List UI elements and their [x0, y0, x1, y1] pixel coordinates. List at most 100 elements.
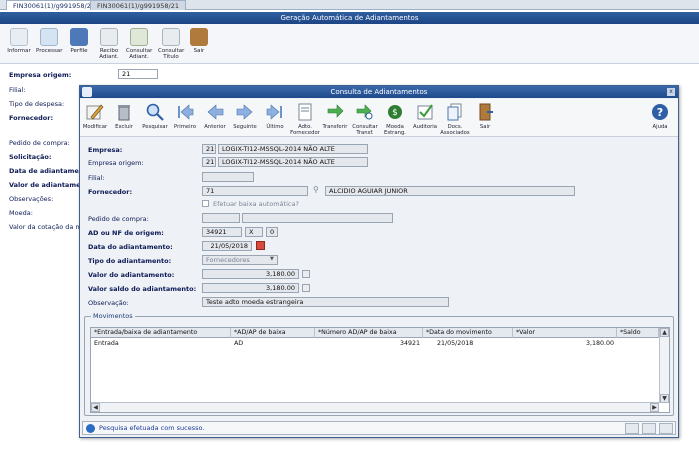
- processar-button[interactable]: Processar: [36, 28, 63, 54]
- pedido-compra-label: Pedido de compra:: [9, 139, 70, 147]
- search-icon[interactable]: ⚲: [313, 185, 319, 194]
- observacao-label: Observação:: [88, 299, 129, 307]
- forward-arrow-icon: [236, 104, 253, 120]
- ad-nf-number-field[interactable]: 34921: [202, 227, 242, 237]
- svg-text:?: ?: [657, 106, 663, 119]
- pesquisar-button[interactable]: Pesquisar: [140, 102, 170, 130]
- exit-door-icon: [190, 28, 208, 46]
- column-header-saldo[interactable]: *Saldo: [617, 328, 659, 338]
- sair-button[interactable]: Sair: [186, 28, 212, 54]
- valor-adiantamento-field[interactable]: 3,180.00: [202, 269, 299, 279]
- consultar-titulo-button[interactable]: Consultar Título: [158, 28, 184, 60]
- ajuda-button[interactable]: ? Ajuda: [645, 102, 675, 130]
- calendar-icon[interactable]: [256, 241, 265, 250]
- pedido-compra-label: Pedido de compra:: [88, 215, 149, 223]
- window-icon[interactable]: [659, 423, 673, 434]
- observacao-field[interactable]: Teste adto moeda estrangeira: [202, 297, 449, 307]
- cell-entrada: Entrada: [94, 340, 119, 347]
- fornecedor-code-field[interactable]: 71: [202, 186, 308, 196]
- pedido-compra-field[interactable]: [202, 213, 240, 223]
- column-header-ad-ap[interactable]: *AD/AP de baixa: [231, 328, 315, 338]
- close-icon[interactable]: x: [667, 88, 675, 96]
- movimentos-grid: *Entrada/baixa de adiantamento *AD/AP de…: [90, 327, 670, 413]
- ultimo-button[interactable]: Último: [260, 102, 290, 130]
- sair-dialog-button[interactable]: Sair: [470, 102, 500, 130]
- pedido-compra-desc-field[interactable]: [242, 213, 393, 223]
- cell-ad-ap: AD: [234, 340, 244, 347]
- transferir-button[interactable]: Transferir: [320, 102, 350, 130]
- data-adiantamento-field[interactable]: 21/05/2018: [202, 241, 252, 251]
- back-arrow-icon: [207, 104, 224, 120]
- zoom-icon[interactable]: [625, 423, 639, 434]
- cell-valor: 3,180.00: [585, 340, 614, 347]
- tab-bar: FIN30061(1)/g991958/21 FIN30061(1)/g9919…: [0, 0, 699, 10]
- excluir-button[interactable]: Excluir: [109, 102, 139, 130]
- valor-saldo-field[interactable]: 3,180.00: [202, 283, 299, 293]
- gear-icon: [40, 28, 58, 46]
- first-arrow-icon: [178, 104, 194, 120]
- valor-saldo-label: Valor saldo do adiantamento:: [88, 285, 197, 293]
- recibo-adiant-button[interactable]: Recibo Adiant.: [96, 28, 122, 60]
- docs-associados-button[interactable]: Docs. Associados: [440, 102, 470, 136]
- fornecedor-name-field[interactable]: ALCIDIO AGUIAR JUNIOR: [325, 186, 575, 196]
- primeiro-button[interactable]: Primeiro: [170, 102, 200, 130]
- scroll-up-icon[interactable]: ▲: [660, 328, 669, 337]
- modificar-button[interactable]: Modificar: [80, 102, 110, 130]
- perfile-button[interactable]: Perfile: [66, 28, 92, 54]
- anterior-button[interactable]: Anterior: [200, 102, 230, 130]
- column-header-numero[interactable]: *Número AD/AP de baixa: [315, 328, 423, 338]
- last-arrow-icon: [266, 104, 282, 120]
- exit-door-icon: [479, 103, 493, 121]
- auditoria-button[interactable]: Auditoria: [410, 102, 440, 130]
- fornecedor-label: Fornecedor:: [88, 188, 133, 196]
- document-icon: [298, 103, 312, 121]
- svg-text:$: $: [392, 108, 398, 118]
- moeda-estrang-button[interactable]: $ Moeda Estrang.: [380, 102, 410, 136]
- column-header-data[interactable]: *Data do movimento: [423, 328, 513, 338]
- tab-fin30061-active[interactable]: FIN30061(1)/g991958/21: [6, 0, 102, 10]
- background-window-title: Geração Automática de Adiantamentos: [0, 12, 699, 24]
- pencil-icon: [86, 104, 104, 120]
- ad-nf-type-field[interactable]: X: [245, 227, 263, 237]
- user-icon: [70, 28, 88, 46]
- tab-fin30061-second[interactable]: FIN30061(1)/g991958/21: [90, 0, 186, 10]
- chevron-down-icon[interactable]: ▼: [270, 256, 274, 262]
- ad-nf-seq-field[interactable]: 0: [266, 227, 278, 237]
- trash-icon: [118, 105, 130, 121]
- table-row[interactable]: Entrada AD 34921 21/05/2018 3,180.00: [91, 339, 659, 348]
- empresa-origem-field[interactable]: 21: [118, 69, 158, 79]
- empresa-origem-code-field[interactable]: 21: [202, 157, 216, 167]
- informar-button[interactable]: Informar: [6, 28, 32, 54]
- filial-field[interactable]: [202, 172, 254, 182]
- cell-data: 21/05/2018: [437, 340, 474, 347]
- seguinte-button[interactable]: Seguinte: [230, 102, 260, 130]
- grid-header: *Entrada/baixa de adiantamento *AD/AP de…: [91, 328, 659, 338]
- empresa-name-field[interactable]: LOGIX-TI12-MSSQL-2014 NÃO ALTE: [218, 144, 368, 154]
- audit-check-icon: [417, 104, 433, 120]
- efetuar-baixa-checkbox[interactable]: [202, 200, 209, 207]
- scroll-right-icon[interactable]: ▶: [650, 403, 659, 412]
- app-logo-icon: [82, 87, 92, 97]
- calculator-icon[interactable]: [302, 270, 310, 278]
- adto-fornecedor-button[interactable]: Adto. Fornecedor: [290, 102, 320, 136]
- empresa-code-field[interactable]: 21: [202, 144, 216, 154]
- tipo-adiantamento-select[interactable]: Fornecedores: [202, 255, 278, 265]
- status-message: Pesquisa efetuada com sucesso.: [99, 424, 205, 432]
- empresa-origem-label: Empresa origem:: [9, 71, 72, 79]
- horizontal-scrollbar[interactable]: ◀ ▶: [91, 402, 659, 412]
- movimentos-title: Movimentos: [91, 312, 135, 320]
- column-header-entrada[interactable]: *Entrada/baixa de adiantamento: [91, 328, 231, 338]
- calculator-icon[interactable]: [302, 284, 310, 292]
- consultar-transf-button[interactable]: Consultar Transf.: [350, 102, 380, 136]
- observacoes-label: Observações:: [9, 195, 54, 203]
- scroll-left-icon[interactable]: ◀: [91, 403, 100, 412]
- column-header-valor[interactable]: *Valor: [513, 328, 617, 338]
- scroll-down-icon[interactable]: ▼: [660, 394, 669, 403]
- vertical-scrollbar[interactable]: ▲ ▼: [659, 328, 669, 403]
- empresa-origem-name-field[interactable]: LOGIX-TI12-MSSQL-2014 NÃO ALTE: [218, 157, 368, 167]
- efetuar-baixa-label: Efetuar baixa automática?: [213, 200, 299, 208]
- consultar-adiant-button[interactable]: Consultar Adiant.: [126, 28, 152, 60]
- search-document-icon: [162, 28, 180, 46]
- print-icon[interactable]: [642, 423, 656, 434]
- ad-nf-origem-label: AD ou NF de origem:: [88, 229, 164, 237]
